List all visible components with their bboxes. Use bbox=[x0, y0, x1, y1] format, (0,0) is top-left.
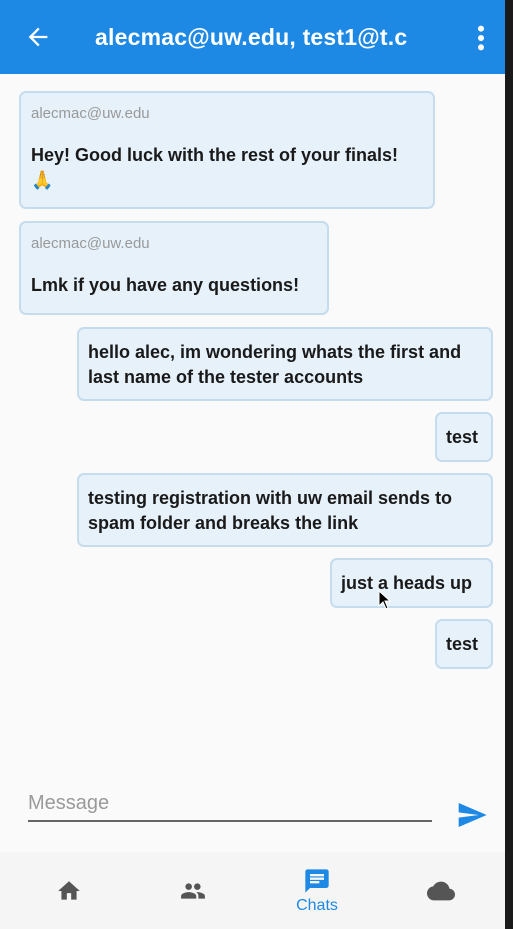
chat-title: alecmac@uw.edu, test1@t.c bbox=[95, 24, 408, 50]
message-text: Hey! Good luck with the rest of your fin… bbox=[31, 145, 399, 190]
message-text: just a heads up bbox=[341, 573, 473, 593]
message-bubble-outgoing: test bbox=[435, 412, 493, 462]
nav-cloud[interactable] bbox=[378, 852, 504, 929]
mouse-cursor-icon bbox=[378, 590, 392, 610]
nav-contacts[interactable] bbox=[130, 852, 256, 929]
phone-screen: alecmac@uw.edu, test1@t.c alecmac@uw.edu… bbox=[0, 0, 505, 929]
message-sender: alecmac@uw.edu bbox=[31, 105, 150, 122]
bottom-navigation: Chats bbox=[0, 852, 505, 929]
send-icon[interactable] bbox=[456, 799, 488, 831]
back-arrow-icon[interactable] bbox=[24, 23, 52, 51]
app-bar: alecmac@uw.edu, test1@t.c bbox=[0, 0, 505, 74]
message-text: Lmk if you have any questions! bbox=[31, 275, 300, 295]
message-bubble-outgoing: testing registration with uw email sends… bbox=[77, 473, 493, 547]
message-bubble-outgoing: test bbox=[435, 619, 493, 669]
home-icon bbox=[58, 880, 80, 900]
message-text: test bbox=[446, 427, 479, 447]
message-text: test bbox=[446, 634, 479, 654]
message-input[interactable] bbox=[28, 786, 432, 822]
more-vert-icon[interactable] bbox=[473, 24, 489, 52]
nav-chats[interactable]: Chats bbox=[254, 852, 380, 929]
chat-icon bbox=[305, 868, 329, 893]
message-bubble-incoming: alecmac@uw.edu Lmk if you have any quest… bbox=[19, 221, 329, 315]
screen-edge bbox=[505, 0, 513, 929]
message-list[interactable]: alecmac@uw.edu Hey! Good luck with the r… bbox=[0, 74, 505, 774]
message-bubble-incoming: alecmac@uw.edu Hey! Good luck with the r… bbox=[19, 91, 435, 209]
nav-home[interactable] bbox=[6, 852, 132, 929]
message-sender: alecmac@uw.edu bbox=[31, 235, 150, 252]
cloud-icon bbox=[427, 881, 455, 900]
message-text: hello alec, im wondering whats the first… bbox=[88, 342, 462, 387]
message-bubble-outgoing: just a heads up bbox=[330, 558, 493, 608]
message-bubble-outgoing: hello alec, im wondering whats the first… bbox=[77, 327, 493, 401]
nav-chats-label: Chats bbox=[296, 896, 338, 914]
people-icon bbox=[181, 882, 205, 899]
message-text: testing registration with uw email sends… bbox=[88, 488, 453, 533]
